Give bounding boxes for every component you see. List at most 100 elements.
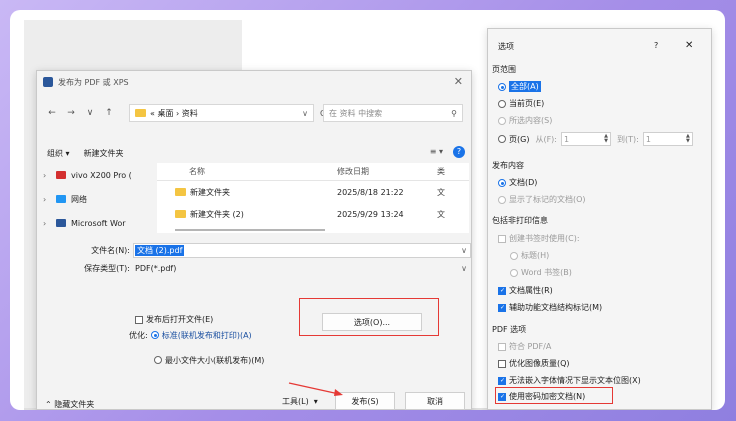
view-options-icon[interactable]: ≡ ▾ xyxy=(430,147,443,156)
address-chevron-icon: › xyxy=(176,108,180,118)
opt-minimum-label[interactable]: 最小文件大小(联机发布)(M) xyxy=(165,355,265,366)
phone-icon xyxy=(56,171,66,179)
from-label: 从(F): xyxy=(535,134,557,144)
headings-label: 标题(H) xyxy=(521,251,550,260)
range-all[interactable]: 全部(A) xyxy=(498,81,541,92)
spin-icon[interactable]: ▲ ▼ xyxy=(686,134,690,144)
bitmap-text[interactable]: 无法嵌入字体情况下显示文本位图(X) xyxy=(498,375,641,386)
network-icon xyxy=(56,195,66,203)
address-folder[interactable]: 资料 xyxy=(182,108,198,119)
folder-icon xyxy=(175,210,186,218)
radio-selection xyxy=(498,116,506,125)
open-after-label: 发布后打开文件(E) xyxy=(146,315,214,324)
filename-label: 文件名(N): xyxy=(91,246,130,255)
filetype-select[interactable]: PDF(*.pdf) ∨ xyxy=(133,261,471,276)
column-type[interactable]: 类 xyxy=(437,166,461,177)
tree-item-phone[interactable]: › vivo X200 Pro ( xyxy=(43,163,149,187)
bookmark-headings: 标题(H) xyxy=(510,250,549,261)
filetype-label: 保存类型(T): xyxy=(84,264,130,273)
to-value: 1 xyxy=(645,134,651,144)
encrypt-with-password[interactable]: 使用密码加密文档(N) xyxy=(498,391,585,402)
word-app-icon xyxy=(43,77,53,87)
radio-standard[interactable] xyxy=(150,331,159,339)
range-selection: 所选内容(S) xyxy=(498,115,552,126)
search-input[interactable]: 在 资料 中搜索 ⚲ xyxy=(323,104,463,122)
publish-document[interactable]: 文档(D) xyxy=(498,177,537,188)
radio-pages[interactable] xyxy=(498,135,506,143)
accessibility-tags[interactable]: 辅助功能文档结构标记(M) xyxy=(498,302,602,313)
range-pages[interactable]: 页(G) 从(F): 1 ▲ ▼ 到(T): 1 ▲ ▼ xyxy=(498,132,693,146)
back-arrow-icon[interactable]: ← xyxy=(45,108,59,118)
folder-icon xyxy=(175,188,186,196)
search-placeholder: 在 资料 中搜索 xyxy=(329,108,383,118)
dialog-titlebar: 发布为 PDF 或 XPS ✕ xyxy=(37,71,471,93)
up-arrow-icon[interactable]: ↑ xyxy=(102,108,116,118)
radio-all[interactable] xyxy=(498,82,506,91)
chevron-down-icon[interactable]: ∨ xyxy=(461,264,467,273)
history-dropdown-icon[interactable]: ∨ xyxy=(83,108,97,118)
radio-minimum[interactable] xyxy=(154,356,162,364)
options-button[interactable]: 选项(O)... xyxy=(322,313,422,331)
checkbox[interactable] xyxy=(498,303,506,312)
tree-item-network[interactable]: › 网络 xyxy=(43,187,149,211)
tree-item-label: 网络 xyxy=(71,194,87,204)
optimize-image[interactable]: 优化图像质量(Q) xyxy=(498,358,570,369)
opt-standard-label[interactable]: 标准(联机发布和打印)(A) xyxy=(162,330,262,341)
hide-folders-toggle[interactable]: ⌃ 隐藏文件夹 xyxy=(45,399,94,410)
checkbox xyxy=(498,342,506,351)
filename-input[interactable]: 文档 (2).pdf ∨ xyxy=(133,243,471,258)
range-all-label: 全部(A) xyxy=(509,81,541,92)
open-after-publish-checkbox[interactable]: 发布后打开文件(E) xyxy=(135,314,213,325)
optimize-minimum[interactable]: 最小文件大小(联机发布)(M) xyxy=(154,355,265,366)
checkbox[interactable] xyxy=(498,392,506,401)
organize-button[interactable]: 组织 ▾ xyxy=(47,148,70,159)
help-icon[interactable]: ? xyxy=(453,146,465,158)
radio-headings xyxy=(510,251,518,260)
bitmap-text-label: 无法嵌入字体情况下显示文本位图(X) xyxy=(509,376,641,385)
optimize-label: 优化: xyxy=(129,331,148,340)
range-current[interactable]: 当前页(E) xyxy=(498,98,544,109)
optimize-image-label: 优化图像质量(Q) xyxy=(509,359,570,368)
spin-icon[interactable]: ▲ ▼ xyxy=(604,134,608,144)
help-icon[interactable]: ? xyxy=(654,41,658,50)
radio-current[interactable] xyxy=(498,99,506,108)
column-date[interactable]: 修改日期 xyxy=(337,166,437,177)
to-label: 到(T): xyxy=(617,134,639,144)
tree-item-label: vivo X200 Pro ( xyxy=(71,170,132,180)
chevron-right-icon: › xyxy=(43,218,47,228)
address-desktop[interactable]: 桌面 xyxy=(157,108,173,119)
chevron-up-icon: ⌃ xyxy=(45,400,52,409)
file-name: 新建文件夹 (2) xyxy=(190,209,244,219)
close-icon[interactable]: ✕ xyxy=(454,75,463,88)
document-properties[interactable]: 文档属性(R) xyxy=(498,285,553,296)
to-stepper[interactable]: 1 ▲ ▼ xyxy=(642,132,693,146)
annotation-arrow xyxy=(288,382,343,396)
checkbox[interactable] xyxy=(498,359,506,368)
horizontal-scrollbar[interactable] xyxy=(175,229,325,231)
accessibility-label: 辅助功能文档结构标记(M) xyxy=(509,303,603,312)
doc-props-label: 文档属性(R) xyxy=(509,286,553,295)
column-name[interactable]: 名称 xyxy=(157,166,337,177)
tree-item-word[interactable]: › Microsoft Wor xyxy=(43,211,149,235)
tree-item-label: Microsoft Wor xyxy=(71,218,126,228)
chevron-down-icon[interactable]: ∨ xyxy=(461,246,467,255)
address-bar[interactable]: « 桌面 › 资料 ∨ xyxy=(129,104,314,122)
checkbox[interactable] xyxy=(135,315,143,324)
checkbox[interactable] xyxy=(498,376,506,385)
cancel-button[interactable]: 取消 xyxy=(405,392,465,410)
file-row[interactable]: 新建文件夹 (2) 2025/9/29 13:24 文 xyxy=(157,203,469,225)
checkbox[interactable] xyxy=(498,286,506,295)
close-icon[interactable]: ✕ xyxy=(685,40,693,51)
from-stepper[interactable]: 1 ▲ ▼ xyxy=(561,132,611,146)
file-row[interactable]: 新建文件夹 2025/8/18 21:22 文 xyxy=(157,181,469,203)
address-dropdown-icon[interactable]: ∨ xyxy=(302,109,308,118)
file-date: 2025/9/29 13:24 xyxy=(337,209,404,219)
radio-document[interactable] xyxy=(498,178,506,187)
forward-arrow-icon[interactable]: → xyxy=(64,108,78,118)
pdfa-label: 符合 PDF/A xyxy=(509,342,552,351)
file-list: 名称 修改日期 类 新建文件夹 2025/8/18 21:22 文 新建文件夹 … xyxy=(157,163,469,233)
options-dialog: 选项 ? ✕ 页范围 全部(A) 当前页(E) 所选内容(S) 页(G) 从(F… xyxy=(487,28,712,410)
file-name: 新建文件夹 xyxy=(190,187,230,197)
checkbox xyxy=(498,234,506,243)
new-folder-button[interactable]: 新建文件夹 xyxy=(84,148,124,159)
